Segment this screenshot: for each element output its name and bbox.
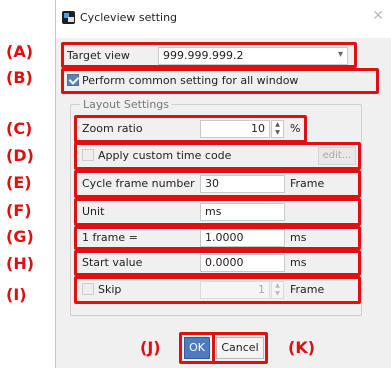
zoom-ratio-unit: % — [290, 122, 301, 135]
window-title: Cycleview setting — [80, 11, 178, 24]
cycle-frame-number-unit: Frame — [290, 177, 325, 190]
custom-time-code-checkbox[interactable] — [82, 149, 94, 161]
skip-input[interactable]: 1 — [200, 281, 270, 299]
skip-label: Skip — [98, 283, 122, 296]
target-view-label: Target view — [67, 49, 130, 62]
annotation-i: (I) — [6, 285, 27, 304]
target-view-select[interactable]: 999.999.999.2 ▾ — [158, 47, 348, 65]
edit-time-code-button[interactable]: edit... — [318, 147, 356, 165]
start-value-input[interactable]: 0.0000 — [200, 254, 285, 272]
annotation-e: (E) — [6, 173, 32, 192]
start-value-label: Start value — [82, 256, 143, 269]
unit-label: Unit — [82, 205, 105, 218]
layout-settings-title: Layout Settings — [80, 98, 173, 111]
one-frame-unit: ms — [290, 231, 307, 244]
annotation-a: (A) — [6, 42, 34, 61]
cycleview-app-icon — [62, 11, 75, 24]
stepper-down-icon[interactable]: ▼ — [272, 290, 283, 298]
title-bar: Cycleview setting ✕ — [56, 0, 391, 38]
start-value-unit: ms — [290, 256, 307, 269]
annotation-b: (B) — [6, 68, 33, 87]
annotation-g: (G) — [6, 227, 34, 246]
stepper-up-icon[interactable]: ▲ — [272, 282, 283, 290]
cycle-frame-number-label: Cycle frame number — [82, 177, 195, 190]
annotation-k: (K) — [288, 338, 316, 357]
close-icon[interactable]: ✕ — [372, 8, 384, 24]
skip-checkbox[interactable] — [82, 283, 94, 295]
cycle-frame-number-input[interactable]: 30 — [200, 175, 285, 193]
common-setting-label: Perform common setting for all window — [82, 74, 299, 87]
cancel-button[interactable]: Cancel — [216, 337, 264, 359]
zoom-ratio-input[interactable]: 10 — [200, 120, 270, 138]
skip-stepper[interactable]: ▲ ▼ — [271, 281, 284, 299]
unit-input[interactable]: ms — [200, 203, 285, 221]
target-view-value: 999.999.999.2 — [163, 49, 244, 62]
annotation-c: (C) — [6, 119, 33, 138]
stepper-down-icon[interactable]: ▼ — [272, 129, 283, 137]
skip-unit: Frame — [290, 283, 325, 296]
one-frame-label: 1 frame = — [82, 231, 138, 244]
zoom-ratio-stepper[interactable]: ▲ ▼ — [271, 120, 284, 138]
chevron-down-icon[interactable]: ▾ — [338, 49, 343, 61]
annotation-d: (D) — [6, 146, 34, 165]
custom-time-code-label: Apply custom time code — [98, 149, 232, 162]
zoom-ratio-label: Zoom ratio — [82, 122, 143, 135]
ok-button[interactable]: OK — [184, 337, 210, 359]
stepper-up-icon[interactable]: ▲ — [272, 121, 283, 129]
common-setting-checkbox[interactable] — [67, 74, 79, 86]
one-frame-input[interactable]: 1.0000 — [200, 229, 285, 247]
annotation-h: (H) — [6, 254, 35, 273]
annotation-f: (F) — [6, 201, 32, 220]
annotation-j: (J) — [140, 338, 161, 357]
